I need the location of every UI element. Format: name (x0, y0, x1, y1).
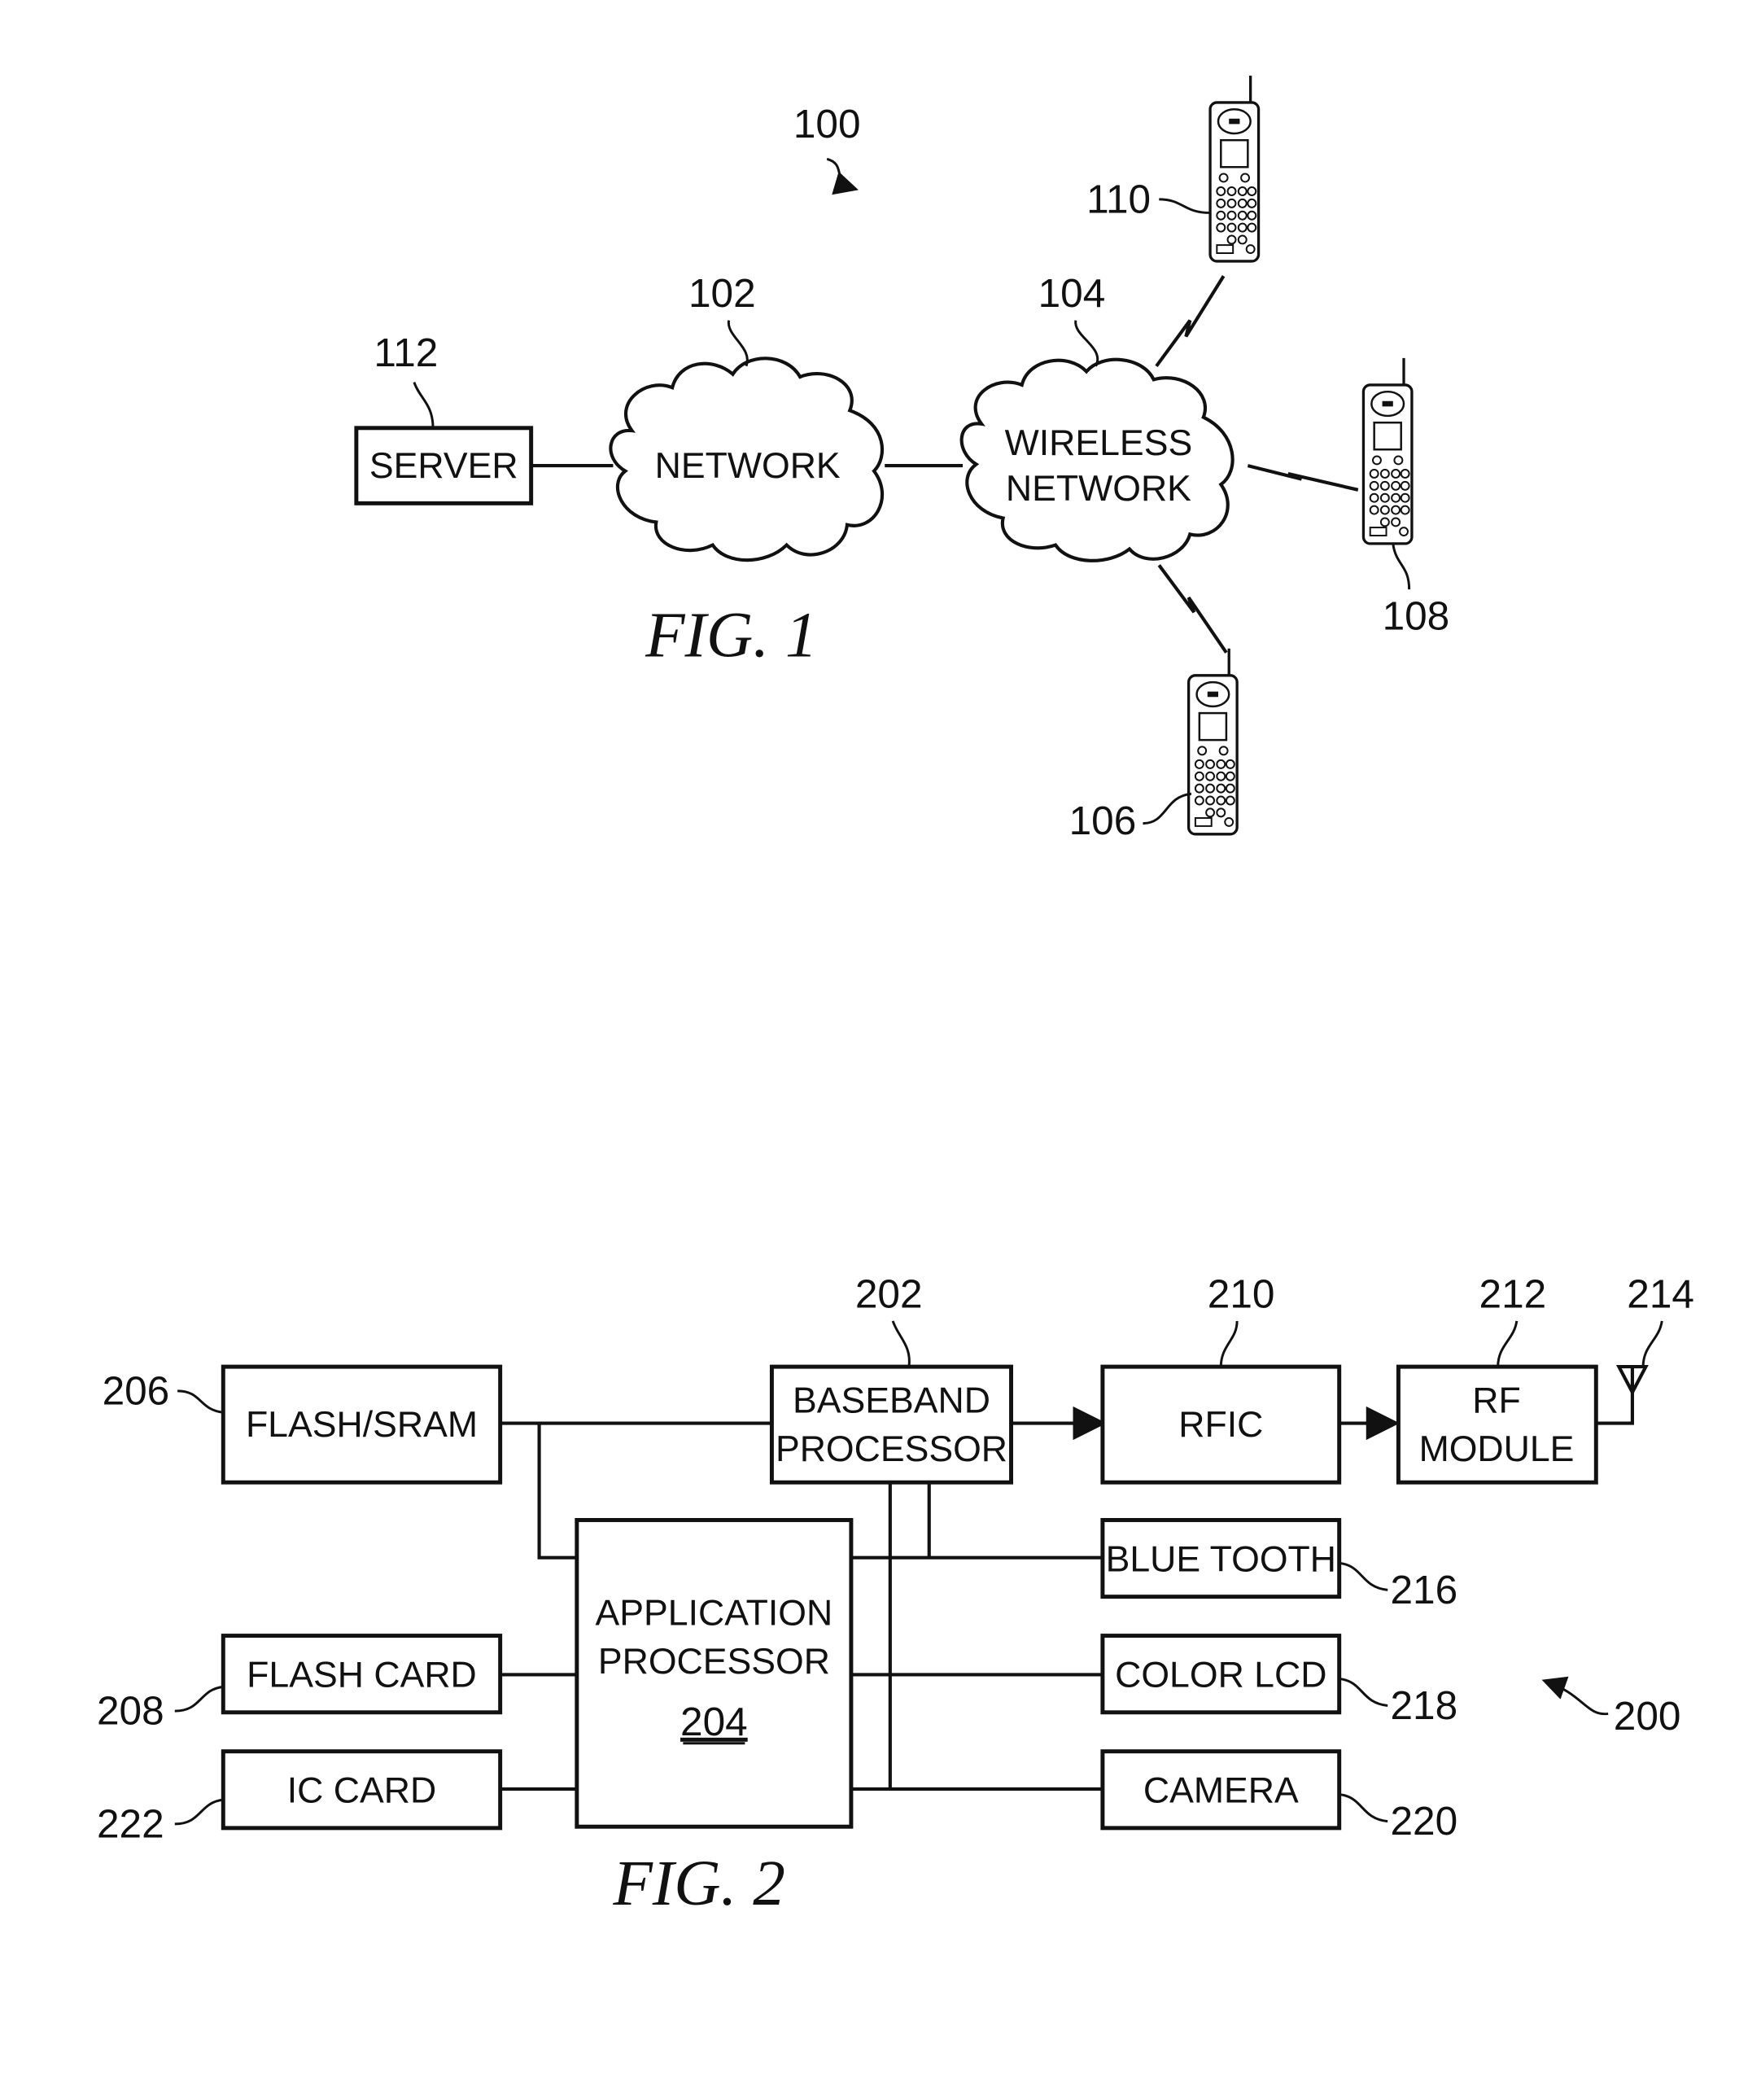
figure-1-caption: FIG. 1 (645, 600, 817, 672)
block-rf-module: RF MODULE 212 (1396, 1271, 1598, 1485)
rf-module-label-line2: MODULE (1419, 1429, 1575, 1469)
block-ic-card: IC CARD 222 (97, 1749, 503, 1846)
system-ref-200-arrow (1541, 1676, 1609, 1716)
patent-figures: 100 SERVER 112 NETWORK 102 WIRELESS NETW… (97, 74, 1694, 1919)
rf-module-label-line1: RF (1472, 1380, 1520, 1420)
bluetooth-label: BLUE TOOTH (1106, 1539, 1336, 1579)
block-color-lcd: COLOR LCD 218 (1100, 1634, 1457, 1728)
block-application-processor: APPLICATION PROCESSOR 204 (575, 1518, 854, 1829)
bluetooth-ref: 216 (1390, 1567, 1457, 1612)
flash-sram-label: FLASH/SRAM (246, 1405, 478, 1445)
ic-card-label: IC CARD (287, 1770, 436, 1810)
app-processor-label-line1: APPLICATION (596, 1593, 833, 1633)
wireless-network-label-line1: WIRELESS (1005, 423, 1193, 463)
wireless-network-label-line2: NETWORK (1006, 469, 1191, 509)
camera-label: CAMERA (1143, 1770, 1299, 1810)
phone-108-leader (1392, 543, 1411, 590)
phone-108-ref: 108 (1383, 593, 1450, 639)
system-ref-100: 100 (793, 101, 861, 147)
network-label: NETWORK (655, 446, 841, 486)
system-ref-100-arrow (826, 157, 859, 195)
wireless-link-106 (1157, 564, 1228, 654)
mobile-phone-icon (1361, 357, 1414, 545)
block-camera: CAMERA 220 (1100, 1749, 1457, 1844)
flash-card-label: FLASH CARD (247, 1655, 477, 1695)
network-ref: 102 (688, 270, 756, 316)
block-flash-sram: FLASH/SRAM 206 (103, 1364, 503, 1485)
mobile-phone-icon (1186, 647, 1239, 836)
figure-2: FLASH/SRAM 206 BASEBAND PROCESSOR 202 RF… (97, 1271, 1694, 1919)
ic-card-ref: 222 (97, 1800, 164, 1846)
figure-2-caption: FIG. 2 (612, 1848, 784, 1919)
server-ref: 112 (374, 330, 438, 375)
phone-106-leader (1143, 792, 1192, 825)
app-processor-ref: 204 (680, 1699, 748, 1744)
phone-110-leader (1159, 198, 1211, 214)
block-flash-card: FLASH CARD 208 (97, 1634, 503, 1734)
antenna-icon (1615, 1365, 1649, 1396)
phone-106-ref: 106 (1069, 798, 1137, 843)
baseband-ref: 202 (855, 1271, 923, 1316)
wireless-link-110 (1155, 275, 1226, 368)
figure-1: 100 SERVER 112 NETWORK 102 WIRELESS NETW… (354, 74, 1450, 843)
wireless-network-ref: 104 (1038, 270, 1106, 316)
block-baseband-processor: BASEBAND PROCESSOR 202 (769, 1271, 1014, 1485)
phone-106 (1186, 647, 1239, 836)
phone-110-ref: 110 (1086, 176, 1151, 221)
server-leader (413, 382, 435, 428)
network-node: NETWORK 102 (609, 270, 885, 562)
app-processor-label-line2: PROCESSOR (598, 1642, 830, 1682)
block-bluetooth: BLUE TOOTH 216 (1100, 1518, 1457, 1612)
mobile-phone-icon (1208, 74, 1261, 263)
server-label: SERVER (369, 446, 518, 486)
phone-110 (1208, 74, 1261, 263)
antenna-leader (1641, 1320, 1663, 1367)
system-ref-200: 200 (1614, 1693, 1681, 1739)
rfic-label: RFIC (1178, 1405, 1263, 1445)
block-rfic: RFIC 210 (1100, 1271, 1342, 1485)
baseband-label-line1: BASEBAND (793, 1380, 990, 1420)
rfic-ref: 210 (1208, 1271, 1275, 1316)
flash-sram-ref: 206 (103, 1367, 170, 1413)
baseband-label-line2: PROCESSOR (776, 1429, 1007, 1469)
color-lcd-ref: 218 (1390, 1682, 1457, 1728)
network-leader (728, 320, 749, 367)
phone-108 (1361, 357, 1414, 545)
color-lcd-label: COLOR LCD (1115, 1655, 1326, 1695)
wireless-network-leader (1074, 320, 1099, 367)
rf-module-ref: 212 (1479, 1271, 1547, 1316)
server-node: SERVER 112 (354, 330, 534, 505)
camera-ref: 220 (1390, 1798, 1457, 1844)
wireless-link-108 (1247, 464, 1359, 492)
flash-card-ref: 208 (97, 1688, 164, 1734)
antenna-ref: 214 (1627, 1271, 1694, 1316)
wireless-network-node: WIRELESS NETWORK 104 (959, 270, 1235, 562)
